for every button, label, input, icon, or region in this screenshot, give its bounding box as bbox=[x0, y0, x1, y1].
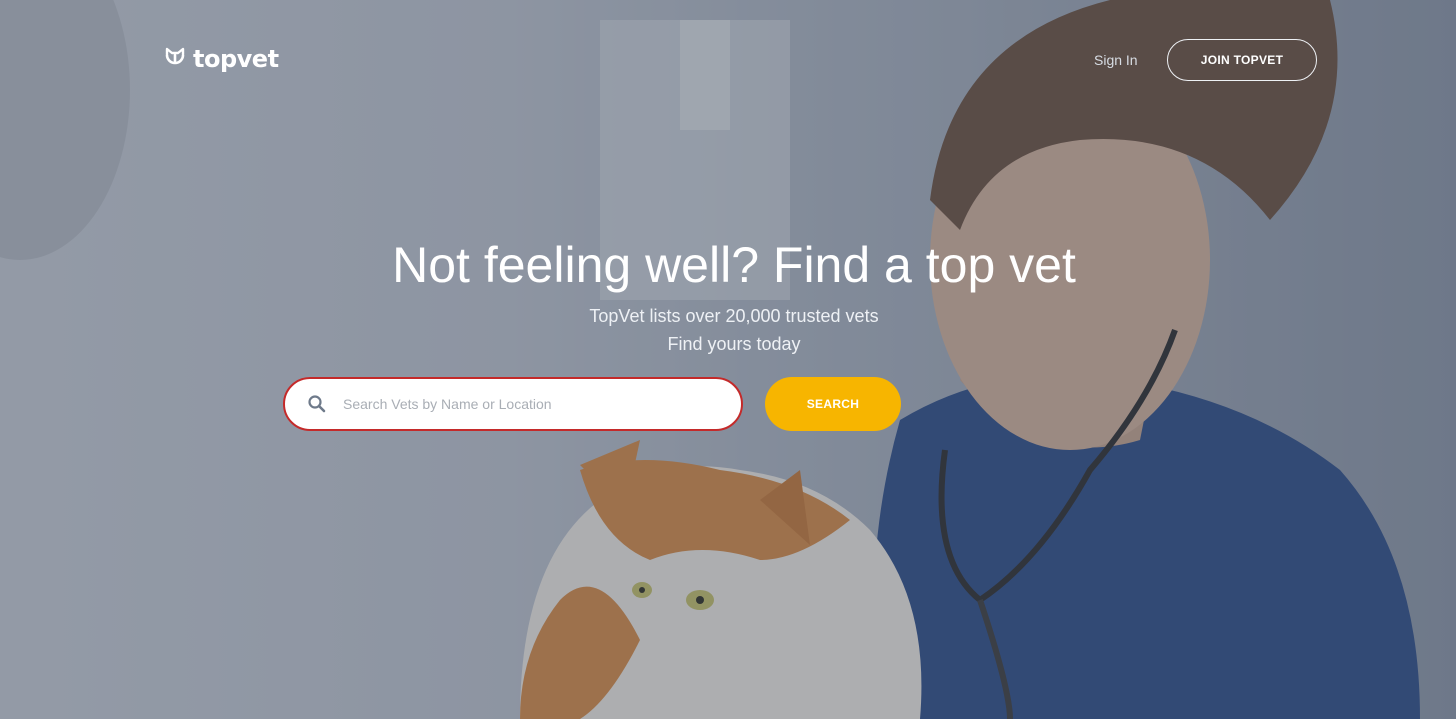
hero-subline-1: TopVet lists over 20,000 trusted vets bbox=[589, 306, 879, 326]
hero-section: topvet Sign In JOIN TOPVET Not feeling w… bbox=[0, 0, 1456, 719]
sign-in-link[interactable]: Sign In bbox=[1094, 52, 1138, 68]
cat-head-icon bbox=[165, 47, 185, 65]
search-button[interactable]: SEARCH bbox=[765, 377, 901, 431]
search-icon bbox=[308, 395, 326, 413]
hero-subline-2: Find yours today bbox=[667, 334, 801, 354]
search-input[interactable] bbox=[341, 388, 721, 420]
hero-headline: Not feeling well? Find a top vet bbox=[392, 237, 1076, 293]
brand-name: topvet bbox=[193, 45, 279, 73]
site-header: topvet Sign In JOIN TOPVET bbox=[0, 0, 1456, 120]
brand-logo[interactable]: topvet bbox=[163, 46, 279, 72]
search-box bbox=[283, 377, 743, 431]
join-topvet-button[interactable]: JOIN TOPVET bbox=[1167, 39, 1317, 81]
